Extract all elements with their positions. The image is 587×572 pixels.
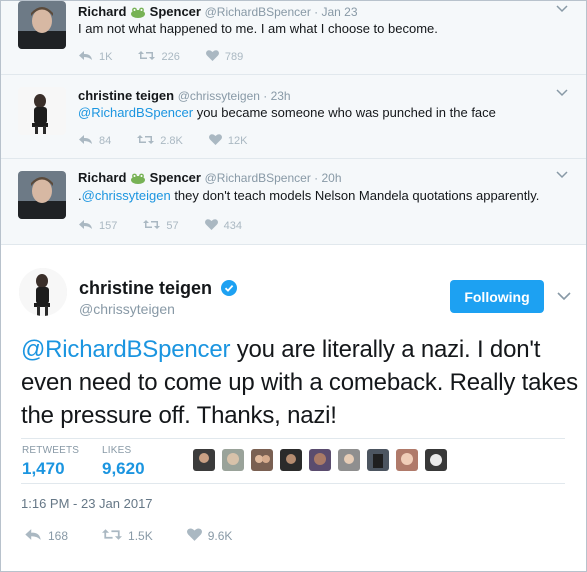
retweet-icon: [138, 50, 161, 64]
liker-avatar[interactable]: [338, 449, 360, 471]
author-name-first[interactable]: Richard: [78, 4, 126, 19]
avatar-richard-spencer[interactable]: [18, 1, 66, 49]
retweet-button[interactable]: 226: [138, 50, 180, 64]
reply-3-actions: 157 57 434: [78, 219, 268, 233]
reply-count: 1K: [99, 51, 113, 63]
heart-icon: [205, 50, 225, 64]
like-button[interactable]: 434: [204, 219, 242, 233]
main-author-name[interactable]: christine teigen: [79, 278, 238, 301]
mention-link[interactable]: @RichardBSpencer: [78, 105, 193, 120]
reply-2-meta[interactable]: @chrissyteigen · 23h: [178, 89, 291, 103]
chevron-down-icon[interactable]: [556, 4, 568, 16]
reply-icon: [78, 219, 99, 233]
liker-avatar[interactable]: [367, 449, 389, 471]
reply-count: 157: [99, 220, 118, 232]
retweet-count: 57: [166, 220, 179, 232]
chevron-down-icon[interactable]: [556, 170, 568, 182]
author-name-first[interactable]: Richard: [78, 170, 126, 185]
verified-badge-icon: [221, 280, 238, 301]
retweet-icon: [143, 219, 166, 233]
reply-icon: [78, 50, 99, 64]
retweet-count: 2.8K: [160, 135, 183, 147]
retweets-count[interactable]: 1,470: [22, 459, 65, 479]
author-name-last[interactable]: Spencer: [150, 170, 201, 185]
reply-button[interactable]: 168: [24, 528, 68, 544]
author-name[interactable]: christine teigen: [78, 88, 174, 103]
tweet-timestamp[interactable]: 1:16 PM - 23 Jan 2017: [21, 496, 153, 511]
avatar-christine-teigen[interactable]: [18, 87, 66, 135]
liker-avatar[interactable]: [193, 449, 215, 471]
reply-icon: [24, 528, 48, 544]
like-button[interactable]: 12K: [208, 134, 248, 148]
retweet-count: 226: [161, 51, 180, 63]
reply-icon: [78, 134, 99, 148]
chevron-down-icon[interactable]: [556, 88, 568, 100]
reply-2-header: christine teigen @chrissyteigen · 23h: [78, 88, 291, 103]
heart-icon: [208, 134, 228, 148]
reply-3-header: Richard Spencer @RichardBSpencer · 20h: [78, 170, 342, 187]
retweet-button[interactable]: 1.5K: [102, 528, 153, 544]
main-tweet-actions: 168 1.5K 9.6K: [24, 528, 266, 544]
reply-button[interactable]: 84: [78, 134, 111, 148]
liker-avatars: [193, 449, 454, 471]
avatar-christine-teigen[interactable]: [19, 268, 67, 316]
like-count: 12K: [227, 135, 248, 147]
retweet-button[interactable]: 57: [143, 219, 179, 233]
frog-emoji-icon: [130, 6, 146, 21]
like-count: 9.6K: [207, 529, 233, 543]
tweet-text: they don't teach models Nelson Mandela q…: [170, 188, 540, 203]
frog-emoji-icon: [130, 172, 146, 187]
reply-2-text: @RichardBSpencer you became someone who …: [78, 105, 496, 120]
reply-1-meta[interactable]: @RichardBSpencer · Jan 23: [205, 5, 358, 19]
reply-button[interactable]: 157: [78, 219, 117, 233]
reply-button[interactable]: 1K: [78, 50, 112, 64]
reply-1-actions: 1K 226 789: [78, 50, 269, 64]
divider: [21, 483, 565, 484]
liker-avatar[interactable]: [425, 449, 447, 471]
reply-tweet-3[interactable]: Richard Spencer @RichardBSpencer · 20h .…: [1, 159, 586, 245]
chevron-down-icon[interactable]: [551, 280, 577, 313]
reply-3-text: .@chrissyteigen they don't teach models …: [78, 188, 539, 203]
heart-icon: [186, 528, 208, 544]
likes-label: LIKES: [102, 445, 132, 456]
reply-1-header: Richard Spencer @RichardBSpencer · Jan 2…: [78, 4, 358, 21]
retweets-label: RETWEETS: [22, 445, 80, 456]
main-tweet-text: @RichardBSpencer you are literally a naz…: [21, 333, 581, 432]
author-name-last[interactable]: Spencer: [150, 4, 201, 19]
retweet-button[interactable]: 2.8K: [137, 134, 183, 148]
liker-avatar[interactable]: [251, 449, 273, 471]
reply-tweet-1[interactable]: Richard Spencer @RichardBSpencer · Jan 2…: [1, 1, 586, 75]
tweet-text: you became someone who was punched in th…: [193, 105, 496, 120]
main-author-handle[interactable]: @chrissyteigen: [79, 301, 175, 317]
author-name[interactable]: christine teigen: [79, 278, 212, 298]
tweet-thread: Richard Spencer @RichardBSpencer · Jan 2…: [0, 0, 587, 572]
reply-count: 168: [48, 529, 69, 543]
liker-avatar[interactable]: [396, 449, 418, 471]
avatar-richard-spencer[interactable]: [18, 171, 66, 219]
following-button[interactable]: Following: [450, 280, 544, 313]
reply-3-meta[interactable]: @RichardBSpencer · 20h: [205, 171, 342, 185]
liker-avatar[interactable]: [309, 449, 331, 471]
reply-count: 84: [99, 135, 112, 147]
liker-avatar[interactable]: [280, 449, 302, 471]
retweet-count: 1.5K: [128, 529, 153, 543]
liker-avatar[interactable]: [222, 449, 244, 471]
reply-tweet-2[interactable]: christine teigen @chrissyteigen · 23h @R…: [1, 75, 586, 159]
like-count: 789: [224, 51, 244, 63]
like-count: 434: [223, 220, 242, 232]
retweet-icon: [137, 134, 160, 148]
like-button[interactable]: 789: [205, 50, 244, 64]
reply-2-actions: 84 2.8K 12K: [78, 134, 273, 148]
tweet-text: I am not what happened to me. I am what …: [78, 21, 438, 36]
reply-1-text: I am not what happened to me. I am what …: [78, 21, 438, 36]
retweet-icon: [102, 528, 128, 544]
mention-link[interactable]: @RichardBSpencer: [21, 336, 230, 363]
divider: [21, 438, 565, 439]
heart-icon: [204, 219, 224, 233]
like-button[interactable]: 9.6K: [186, 528, 233, 544]
mention-link[interactable]: @chrissyteigen: [82, 188, 171, 203]
likes-count[interactable]: 9,620: [102, 459, 145, 479]
